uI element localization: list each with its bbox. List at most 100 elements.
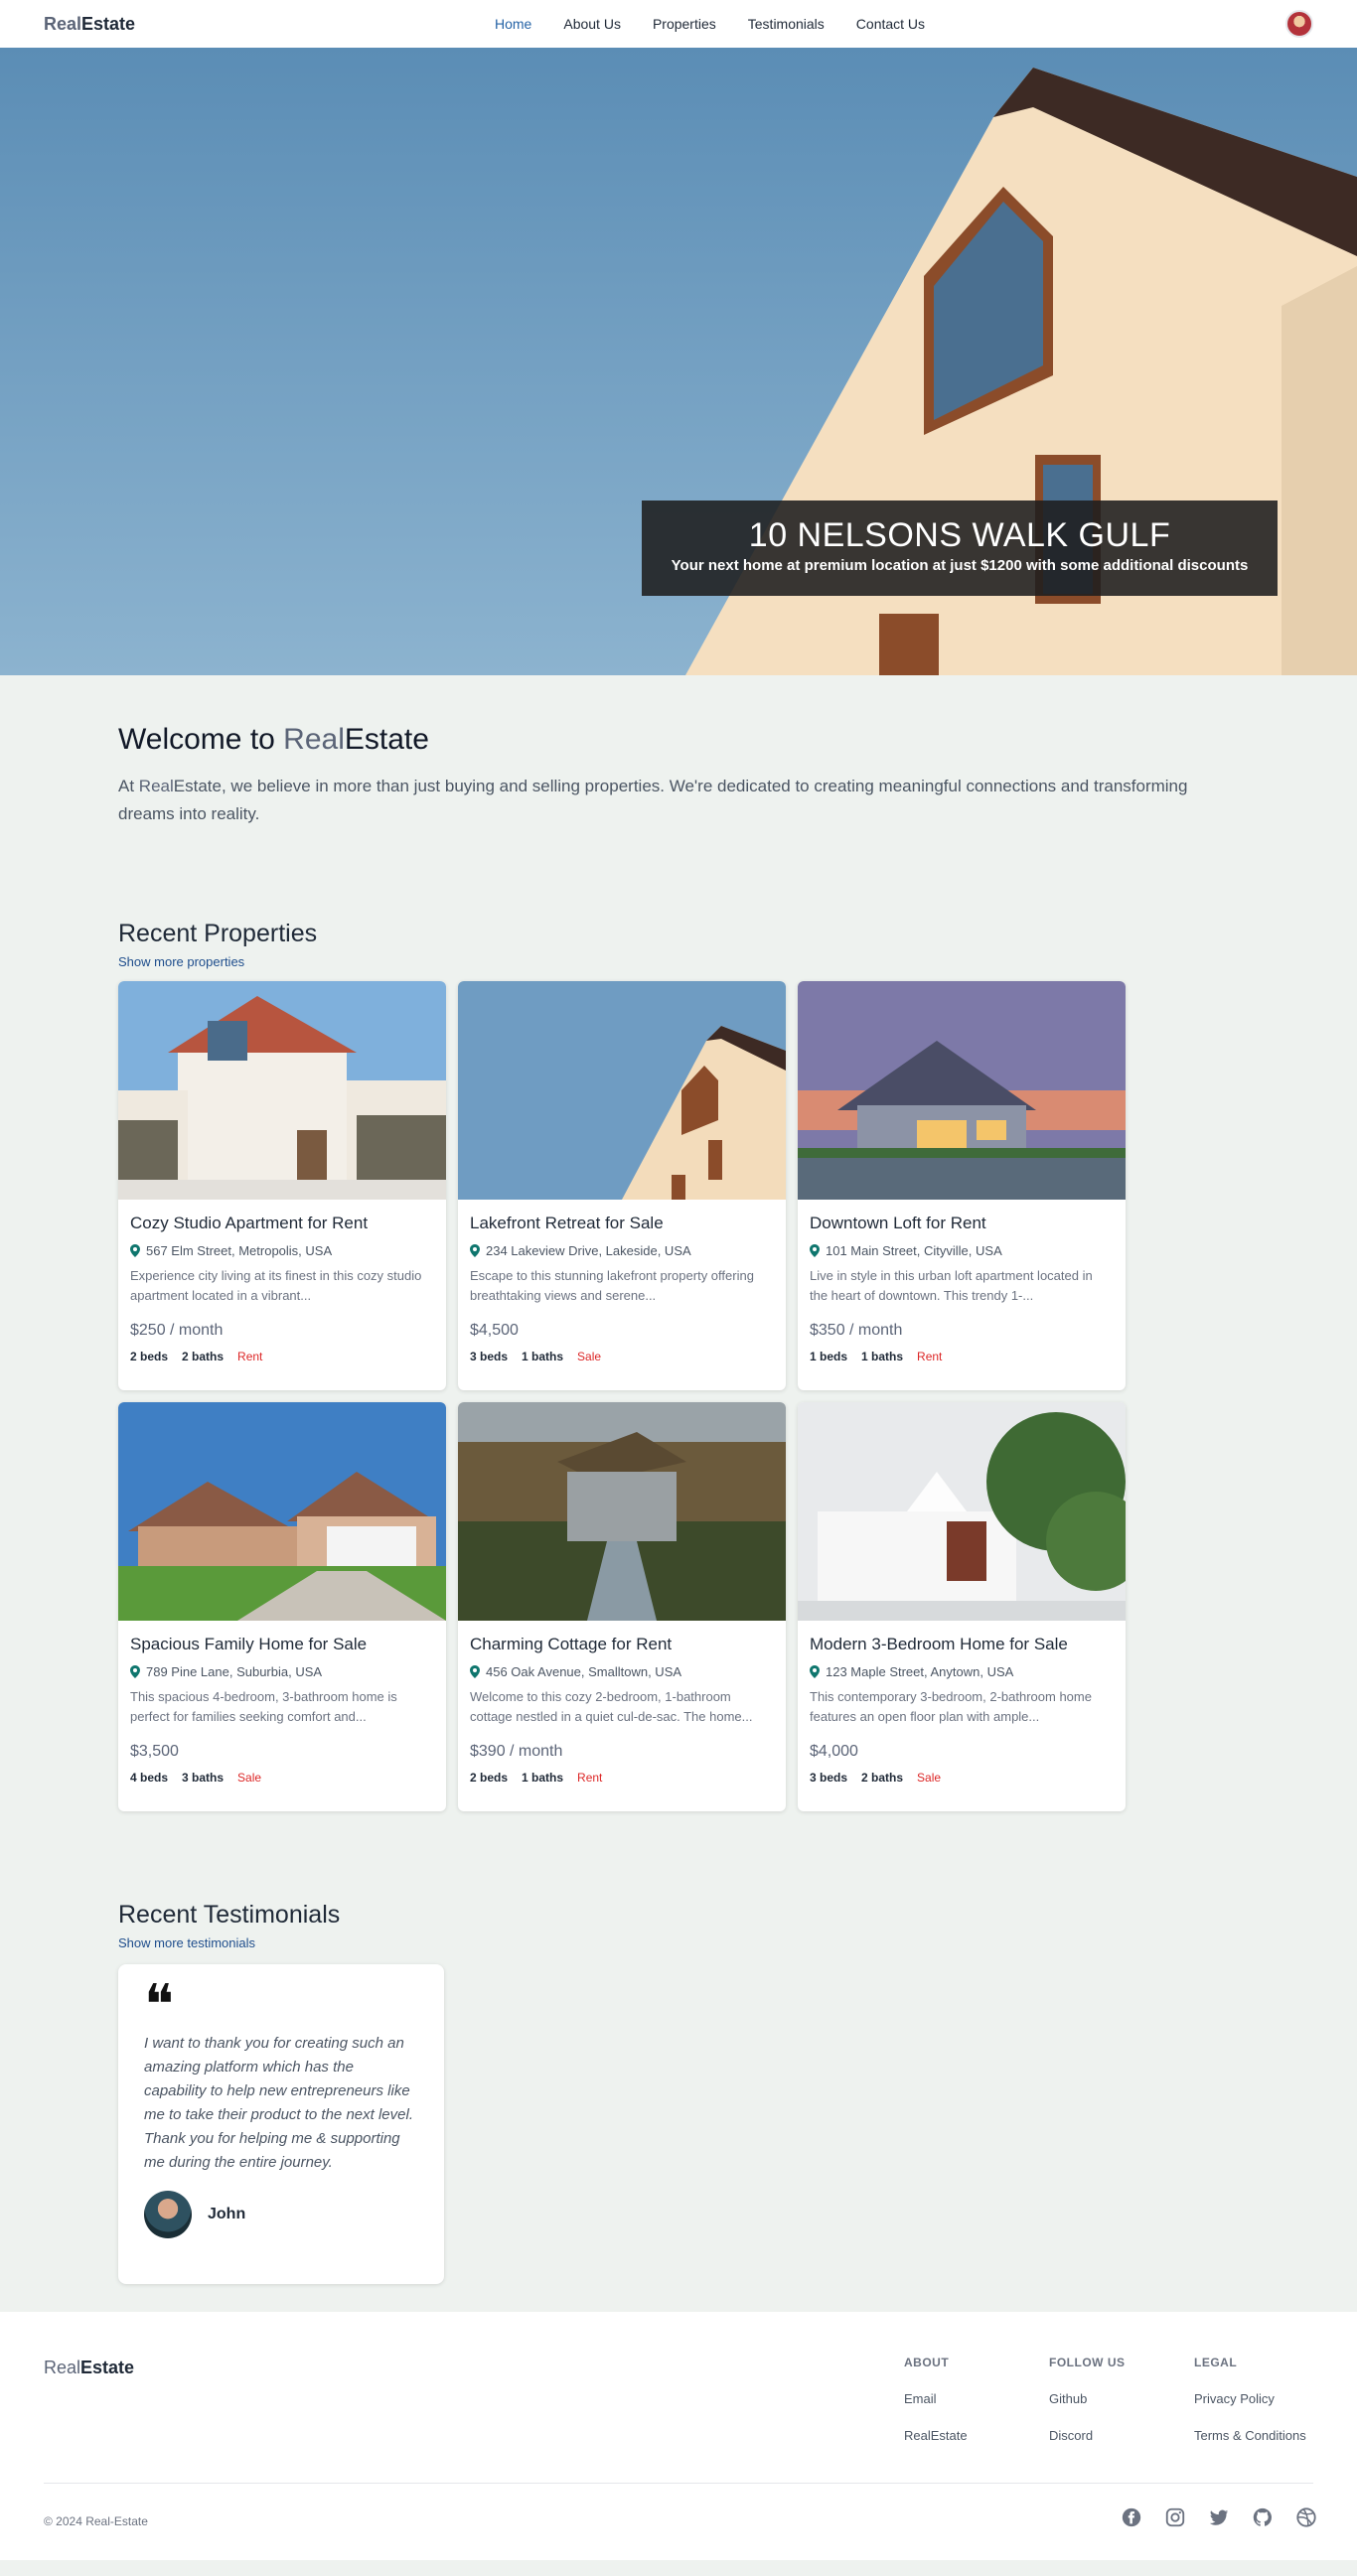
dribbble-icon[interactable] xyxy=(1295,2506,1317,2528)
property-baths: 1 baths xyxy=(522,1771,564,1785)
property-card[interactable]: Charming Cottage for Rent 456 Oak Avenue… xyxy=(458,1402,786,1811)
show-more-properties-link[interactable]: Show more properties xyxy=(118,954,1357,969)
navbar: RealEstate Home About Us Properties Test… xyxy=(0,0,1357,48)
property-price: $350 / month xyxy=(810,1322,903,1339)
nav-properties[interactable]: Properties xyxy=(653,16,716,32)
hero-title: 10 NELSONS WALK GULF xyxy=(748,516,1171,554)
testimonial-author: John xyxy=(144,2191,418,2238)
main-nav: Home About Us Properties Testimonials Co… xyxy=(495,0,925,48)
location-pin-icon xyxy=(810,1244,820,1257)
property-title[interactable]: Modern 3-Bedroom Home for Sale xyxy=(810,1635,1114,1654)
property-meta: 2 beds 2 baths Rent xyxy=(130,1350,434,1363)
property-meta: 1 beds 1 baths Rent xyxy=(810,1350,1114,1363)
property-address: 234 Lakeview Drive, Lakeside, USA xyxy=(470,1243,774,1258)
property-beds: 3 beds xyxy=(470,1350,509,1363)
property-beds: 4 beds xyxy=(130,1771,169,1785)
property-image xyxy=(798,981,1126,1200)
property-grid: Cozy Studio Apartment for Rent 567 Elm S… xyxy=(118,981,1357,1811)
property-image xyxy=(118,1402,446,1621)
property-title[interactable]: Spacious Family Home for Sale xyxy=(130,1635,434,1654)
property-meta: 3 beds 2 baths Sale xyxy=(810,1771,1114,1785)
user-avatar[interactable] xyxy=(1285,10,1313,38)
author-name: John xyxy=(208,2206,246,2222)
location-pin-icon xyxy=(130,1244,140,1257)
property-card[interactable]: Cozy Studio Apartment for Rent 567 Elm S… xyxy=(118,981,446,1390)
property-baths: 2 baths xyxy=(861,1771,904,1785)
property-price: $3,500 xyxy=(130,1743,179,1760)
property-image xyxy=(798,1402,1126,1621)
property-beds: 2 beds xyxy=(130,1350,169,1363)
brand-suffix: Estate xyxy=(81,13,136,34)
property-description: Experience city living at its finest in … xyxy=(130,1268,422,1303)
location-pin-icon xyxy=(470,1665,480,1678)
property-meta: 3 beds 1 baths Sale xyxy=(470,1350,774,1363)
twitter-icon[interactable] xyxy=(1208,2506,1230,2528)
footer-link-privacy-policy[interactable]: Privacy Policy xyxy=(1194,2391,1339,2406)
property-card[interactable]: Spacious Family Home for Sale 789 Pine L… xyxy=(118,1402,446,1811)
hero-caption: 10 NELSONS WALK GULF Your next home at p… xyxy=(642,501,1278,596)
property-address: 101 Main Street, Cityville, USA xyxy=(810,1243,1114,1258)
recent-properties-title: Recent Properties xyxy=(118,920,318,947)
property-address: 789 Pine Lane, Suburbia, USA xyxy=(130,1664,434,1679)
property-price: $390 / month xyxy=(470,1743,563,1760)
property-card[interactable]: Modern 3-Bedroom Home for Sale 123 Maple… xyxy=(798,1402,1126,1811)
property-title[interactable]: Lakefront Retreat for Sale xyxy=(470,1214,774,1233)
welcome-section: Welcome to RealEstate At RealEstate, we … xyxy=(0,675,1357,828)
property-title[interactable]: Cozy Studio Apartment for Rent xyxy=(130,1214,434,1233)
facebook-icon[interactable] xyxy=(1121,2506,1142,2528)
property-baths: 2 baths xyxy=(182,1350,225,1363)
property-description: Live in style in this urban loft apartme… xyxy=(810,1268,1093,1303)
location-pin-icon xyxy=(810,1665,820,1678)
property-address: 123 Maple Street, Anytown, USA xyxy=(810,1664,1114,1679)
footer-col-legal: LEGAL Privacy Policy Terms & Conditions xyxy=(1194,2356,1339,2443)
footer-link-github[interactable]: Github xyxy=(1049,2391,1194,2406)
testimonial-card: ❝ I want to thank you for creating such … xyxy=(118,1964,444,2284)
testimonial-text: I want to thank you for creating such an… xyxy=(144,2035,413,2171)
recent-properties-section: Recent Properties Show more properties C… xyxy=(0,828,1357,1811)
nav-about-us[interactable]: About Us xyxy=(563,16,621,32)
footer-col-about: ABOUT Email RealEstate xyxy=(904,2356,1049,2443)
nav-testimonials[interactable]: Testimonials xyxy=(748,16,825,32)
footer-brand[interactable]: RealEstate xyxy=(44,2358,134,2378)
nav-contact-us[interactable]: Contact Us xyxy=(856,16,925,32)
footer-columns: ABOUT Email RealEstate FOLLOW US Github … xyxy=(904,2356,1339,2443)
brand-logo[interactable]: RealEstate xyxy=(44,14,135,35)
property-meta: 4 beds 3 baths Sale xyxy=(130,1771,434,1785)
property-title[interactable]: Charming Cottage for Rent xyxy=(470,1635,774,1654)
hero-banner: 10 NELSONS WALK GULF Your next home at p… xyxy=(0,48,1357,675)
author-avatar xyxy=(144,2191,192,2238)
show-more-testimonials-link[interactable]: Show more testimonials xyxy=(118,1935,1357,1950)
instagram-icon[interactable] xyxy=(1164,2506,1186,2528)
footer-col-follow-us: FOLLOW US Github Discord xyxy=(1049,2356,1194,2443)
property-beds: 3 beds xyxy=(810,1771,848,1785)
property-card[interactable]: Lakefront Retreat for Sale 234 Lakeview … xyxy=(458,981,786,1390)
copyright: © 2024 Real-Estate xyxy=(44,2514,148,2528)
github-icon[interactable] xyxy=(1252,2506,1274,2528)
property-price: $250 / month xyxy=(130,1322,224,1339)
property-price: $4,000 xyxy=(810,1743,858,1760)
footer-link-email[interactable]: Email xyxy=(904,2391,1049,2406)
property-kind-badge: Rent xyxy=(917,1350,943,1363)
nav-home[interactable]: Home xyxy=(495,16,531,32)
property-beds: 2 beds xyxy=(470,1771,509,1785)
footer: RealEstate ABOUT Email RealEstate FOLLOW… xyxy=(0,2312,1357,2560)
property-description: This contemporary 3-bedroom, 2-bathroom … xyxy=(810,1689,1092,1724)
footer-link-realestate[interactable]: RealEstate xyxy=(904,2428,1049,2443)
property-kind-badge: Sale xyxy=(237,1771,262,1785)
welcome-title: Welcome to RealEstate xyxy=(118,723,429,756)
welcome-text: At RealEstate, we believe in more than j… xyxy=(118,777,1188,823)
property-kind-badge: Sale xyxy=(577,1350,602,1363)
property-image xyxy=(458,1402,786,1621)
location-pin-icon xyxy=(470,1244,480,1257)
property-title[interactable]: Downtown Loft for Rent xyxy=(810,1214,1114,1233)
recent-testimonials-section: Recent Testimonials Show more testimonia… xyxy=(0,1811,1357,2284)
footer-link-discord[interactable]: Discord xyxy=(1049,2428,1194,2443)
property-kind-badge: Sale xyxy=(917,1771,942,1785)
property-card[interactable]: Downtown Loft for Rent 101 Main Street, … xyxy=(798,981,1126,1390)
footer-link-terms[interactable]: Terms & Conditions xyxy=(1194,2428,1339,2443)
hero-subtitle: Your next home at premium location at ju… xyxy=(671,557,1249,574)
property-kind-badge: Rent xyxy=(577,1771,603,1785)
social-links xyxy=(1121,2506,1317,2528)
property-description: This spacious 4-bedroom, 3-bathroom home… xyxy=(130,1689,397,1724)
footer-divider xyxy=(44,2483,1313,2484)
